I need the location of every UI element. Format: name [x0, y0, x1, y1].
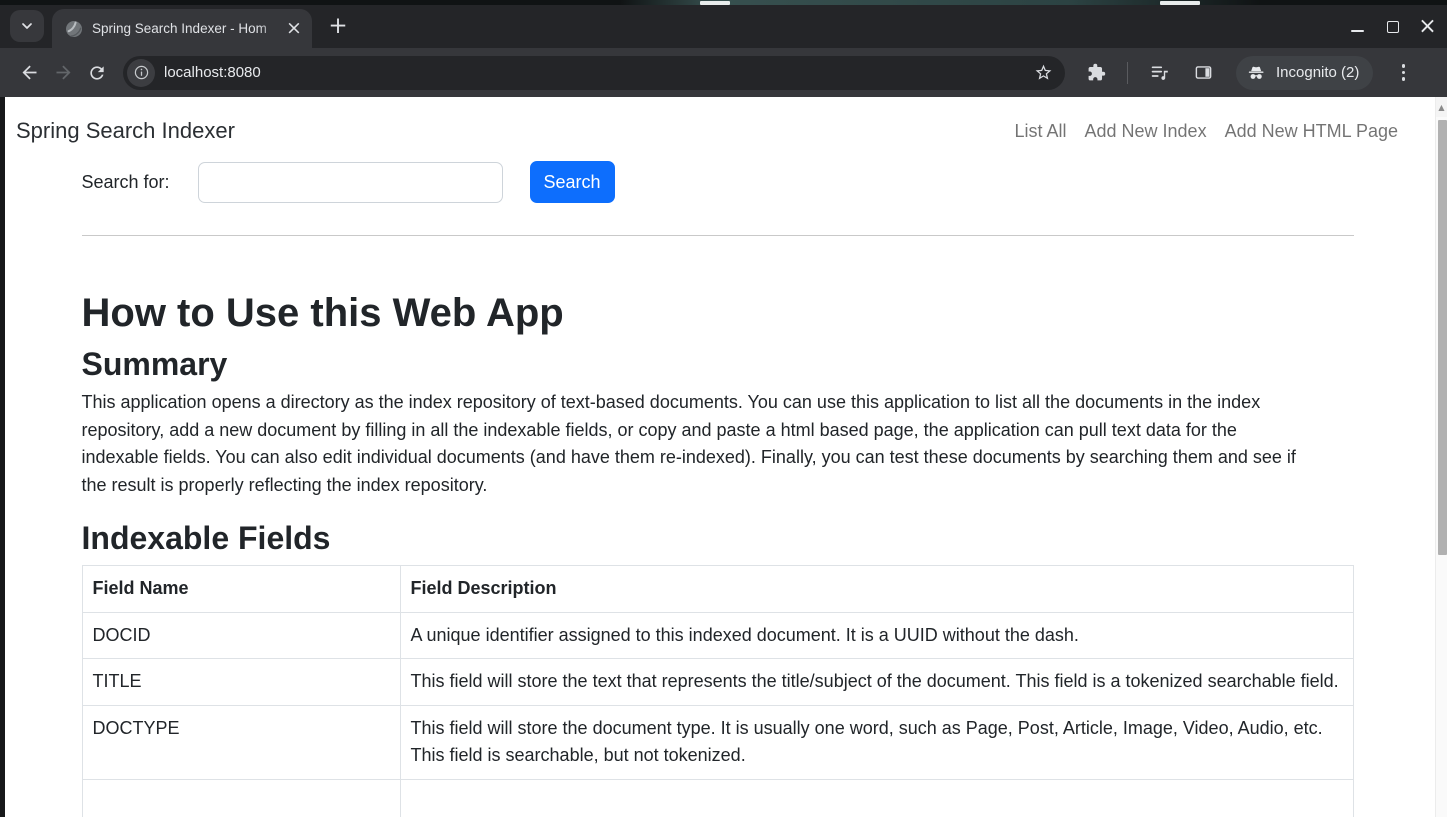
window-controls: ×: [1350, 5, 1435, 48]
summary-heading: Summary: [82, 345, 1354, 383]
column-header-field-description: Field Description: [400, 566, 1353, 613]
summary-line: indexable fields. You can also edit indi…: [82, 444, 1354, 472]
media-playlist-icon: [1150, 63, 1169, 82]
browser-toolbar: localhost:8080: [0, 48, 1447, 97]
site-info-button[interactable]: [127, 59, 155, 87]
reload-icon: [87, 63, 107, 83]
star-icon: [1034, 63, 1053, 82]
address-bar[interactable]: localhost:8080: [123, 56, 1065, 90]
summary-paragraph: This application opens a directory as th…: [82, 389, 1354, 499]
back-arrow-icon: [19, 62, 40, 83]
new-tab-button[interactable]: +: [324, 13, 352, 41]
browser-tab-strip: Spring Search Indexer - Hom × + ×: [0, 5, 1447, 48]
dot: [1402, 64, 1406, 68]
table-row-partial: [82, 779, 1353, 817]
side-panel-button[interactable]: [1186, 56, 1220, 90]
back-button[interactable]: [12, 56, 46, 90]
page-title: How to Use this Web App: [82, 289, 1354, 337]
web-page-viewport: Spring Search Indexer List All Add New I…: [0, 97, 1435, 817]
table-header-row: Field Name Field Description: [82, 566, 1353, 613]
incognito-badge[interactable]: Incognito (2): [1236, 56, 1373, 90]
side-panel-icon: [1194, 63, 1213, 82]
scrollbar-up-arrow[interactable]: ▲: [1436, 97, 1447, 117]
puzzle-icon: [1087, 63, 1106, 82]
search-input[interactable]: [198, 162, 503, 203]
forward-arrow-icon: [53, 62, 74, 83]
toolbar-right-group: Incognito (2): [1079, 56, 1415, 90]
incognito-label: Incognito (2): [1276, 64, 1359, 81]
search-button[interactable]: Search: [530, 161, 615, 203]
dot: [1402, 77, 1406, 81]
browser-menu-button[interactable]: [1391, 61, 1415, 85]
bookmark-button[interactable]: [1031, 61, 1055, 85]
site-brand[interactable]: Spring Search Indexer: [16, 118, 235, 144]
media-controls-button[interactable]: [1142, 56, 1176, 90]
scrollbar-thumb[interactable]: [1438, 120, 1447, 555]
site-nav: List All Add New Index Add New HTML Page: [1005, 121, 1407, 142]
cell-field-name: [82, 779, 400, 817]
nav-link-add-new-html-page[interactable]: Add New HTML Page: [1216, 121, 1407, 142]
site-favicon-icon: [65, 20, 83, 38]
nav-link-add-new-index[interactable]: Add New Index: [1076, 121, 1216, 142]
indexable-fields-table: Field Name Field Description DOCID A uni…: [82, 565, 1354, 817]
table-row: TITLE This field will store the text tha…: [82, 659, 1353, 706]
reload-button[interactable]: [80, 56, 114, 90]
site-navbar: Spring Search Indexer List All Add New I…: [0, 97, 1435, 157]
cell-field-description: [400, 779, 1353, 817]
browser-tab-active[interactable]: Spring Search Indexer - Hom ×: [52, 9, 312, 48]
indexable-fields-heading: Indexable Fields: [82, 519, 1354, 557]
minimize-icon: [1351, 30, 1364, 32]
window-close-button[interactable]: ×: [1420, 19, 1435, 34]
table-row: DOCID A unique identifier assigned to th…: [82, 612, 1353, 659]
cell-field-name: TITLE: [82, 659, 400, 706]
tab-close-button[interactable]: ×: [284, 19, 304, 38]
cell-field-description: A unique identifier assigned to this ind…: [400, 612, 1353, 659]
cell-field-name: DOCID: [82, 612, 400, 659]
cell-field-description: This field will store the document type.…: [400, 705, 1353, 779]
extensions-button[interactable]: [1079, 56, 1113, 90]
search-label: Search for:: [82, 172, 198, 193]
page-scrollbar[interactable]: ▲: [1435, 97, 1447, 817]
tab-search-button[interactable]: [10, 10, 44, 42]
nav-link-list-all[interactable]: List All: [1005, 121, 1075, 142]
summary-line: the result is properly reflecting the in…: [82, 472, 1354, 500]
summary-line: repository, add a new document by fillin…: [82, 417, 1354, 445]
cell-field-name: DOCTYPE: [82, 705, 400, 779]
divider: [82, 235, 1354, 236]
column-header-field-name: Field Name: [82, 566, 400, 613]
toolbar-separator: [1127, 62, 1128, 84]
search-form: Search for: Search: [82, 161, 1354, 203]
close-icon: ×: [1418, 19, 1436, 34]
window-left-edge: [0, 97, 5, 817]
info-icon: [133, 64, 150, 81]
cell-field-description: This field will store the text that repr…: [400, 659, 1353, 706]
chevron-down-icon: [19, 18, 35, 34]
maximize-icon: [1387, 21, 1399, 33]
incognito-icon: [1247, 63, 1267, 82]
dot: [1402, 71, 1406, 75]
forward-button[interactable]: [46, 56, 80, 90]
url-text[interactable]: localhost:8080: [164, 64, 1031, 81]
table-row: DOCTYPE This field will store the docume…: [82, 705, 1353, 779]
tab-title: Spring Search Indexer - Hom: [92, 20, 284, 38]
summary-line: This application opens a directory as th…: [82, 389, 1354, 417]
window-minimize-button[interactable]: [1350, 19, 1365, 34]
window-maximize-button[interactable]: [1385, 19, 1400, 34]
